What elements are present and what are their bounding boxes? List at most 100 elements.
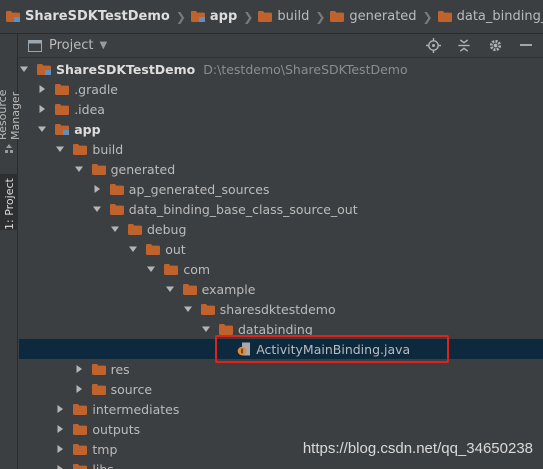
module-folder-icon: [55, 123, 74, 135]
expand-arrow-down-icon[interactable]: [128, 244, 138, 254]
breadcrumb-item-label: app: [209, 9, 238, 24]
expand-arrow-down-icon[interactable]: [146, 264, 156, 274]
tree-item-label: outputs: [92, 421, 141, 437]
breadcrumb-item-label: build: [277, 9, 310, 24]
expand-arrow-down-icon[interactable]: [74, 164, 84, 174]
breadcrumb-item-label: data_binding_base_class_s: [456, 9, 543, 24]
expand-arrow-down-icon[interactable]: [201, 324, 211, 334]
breadcrumb-item[interactable]: build: [258, 9, 309, 24]
resource-manager-tab[interactable]: Resource Manager: [0, 40, 22, 140]
tree-item-label: data_binding_base_class_source_out: [128, 201, 358, 217]
tree-row[interactable]: databinding: [19, 319, 543, 339]
tree-item-label: libs: [92, 461, 114, 469]
tree-row[interactable]: intermediates: [19, 399, 543, 419]
tree-item-label: tmp: [92, 441, 118, 457]
expand-arrow-down-icon[interactable]: [37, 124, 47, 134]
locate-target-icon[interactable]: [424, 36, 442, 54]
folder-icon: [91, 163, 111, 175]
collapsed-arrow-right-icon[interactable]: [55, 404, 65, 414]
folder-icon: [437, 11, 457, 22]
tree-item-label: ShareSDKTestDemo: [56, 61, 196, 77]
resource-manager-icon[interactable]: [0, 144, 18, 156]
left-tool-window-strip: Resource Manager 1: Project: [0, 34, 22, 469]
module-folder-icon: [190, 11, 210, 22]
collapsed-arrow-right-icon[interactable]: [74, 364, 84, 374]
collapsed-arrow-right-icon[interactable]: [37, 104, 47, 114]
folder-icon: [109, 203, 129, 215]
tree-item-label: com: [183, 261, 211, 277]
tree-item-label: res: [110, 361, 130, 377]
project-tab[interactable]: 1: Project: [0, 174, 18, 230]
tree-row[interactable]: ActivityMainBinding.java: [19, 339, 543, 359]
tree-item-label: ActivityMainBinding.java: [256, 341, 411, 357]
breadcrumb-item-label: generated: [349, 9, 417, 24]
tree-row[interactable]: .gradle: [19, 79, 543, 99]
collapsed-arrow-right-icon[interactable]: [37, 84, 47, 94]
hide-minus-icon[interactable]: [517, 36, 535, 54]
tree-row[interactable]: res: [19, 359, 543, 379]
tree-row[interactable]: outputs: [19, 419, 543, 439]
tree-row[interactable]: .idea: [19, 99, 543, 119]
tree-item-label: generated: [110, 161, 176, 177]
settings-gear-icon[interactable]: [486, 36, 504, 54]
tree-item-label: .idea: [74, 101, 105, 117]
breadcrumb-chevron-icon: ❯: [315, 9, 326, 24]
tree-row[interactable]: sharesdktestdemo: [19, 299, 543, 319]
tree-item-label: ap_generated_sources: [128, 181, 270, 197]
folder-icon: [182, 283, 202, 295]
folder-icon: [128, 223, 147, 235]
tree-row[interactable]: generated: [19, 159, 543, 179]
tree-row[interactable]: example: [19, 279, 543, 299]
tree-row[interactable]: app: [19, 119, 543, 139]
folder-icon: [73, 403, 92, 415]
expand-arrow-down-icon[interactable]: [183, 304, 193, 314]
tree-item-label: databinding: [238, 321, 313, 337]
expand-arrow-down-icon[interactable]: [19, 64, 29, 74]
project-tree: libs tmp outputs intermediates source res Acti…: [19, 59, 543, 469]
tree-row[interactable]: build: [19, 139, 543, 159]
tree-row[interactable]: data_binding_base_class_source_out: [19, 199, 543, 219]
collapsed-arrow-right-icon[interactable]: [55, 444, 65, 454]
expand-arrow-down-icon[interactable]: [92, 204, 102, 214]
folder-icon: [73, 443, 92, 455]
tree-item-label: build: [92, 141, 124, 157]
breadcrumb-item[interactable]: ShareSDKTestDemo: [6, 9, 170, 24]
tree-item-label: sharesdktestdemo: [219, 301, 336, 317]
java-class-file-icon: [237, 342, 256, 356]
collapsed-arrow-right-icon[interactable]: [55, 424, 65, 434]
folder-icon: [219, 323, 238, 335]
collapsed-arrow-right-icon[interactable]: [74, 384, 84, 394]
tree-item-label: intermediates: [92, 401, 180, 417]
project-panel-header: Project ▼: [19, 34, 543, 58]
collapse-all-icon[interactable]: [455, 36, 473, 54]
tree-row[interactable]: ShareSDKTestDemo D:\testdemo\ShareSDKTest…: [19, 59, 543, 79]
expand-arrow-down-icon[interactable]: [55, 144, 65, 154]
folder-icon: [73, 423, 92, 435]
navigation-breadcrumb: ShareSDKTestDemo ❯ app ❯ build ❯ generated ❯ dat…: [0, 0, 543, 34]
collapsed-arrow-right-icon[interactable]: [92, 184, 102, 194]
project-view-selector[interactable]: Project ▼: [28, 38, 107, 53]
tree-row[interactable]: ap_generated_sources: [19, 179, 543, 199]
folder-icon: [55, 103, 74, 115]
expand-arrow-down-icon[interactable]: [110, 224, 120, 234]
collapsed-arrow-right-icon[interactable]: [55, 464, 65, 469]
tree-row[interactable]: libs: [19, 459, 543, 469]
folder-icon: [73, 463, 92, 469]
tree-row[interactable]: out: [19, 239, 543, 259]
tree-row[interactable]: debug: [19, 219, 543, 239]
breadcrumb-item[interactable]: generated: [330, 9, 417, 24]
tree-row[interactable]: com: [19, 259, 543, 279]
project-path-label: D:\testdemo\ShareSDKTestDemo: [203, 61, 408, 77]
folder-icon: [146, 243, 165, 255]
tree-item-label: app: [74, 121, 101, 137]
breadcrumb-chevron-icon: ❯: [175, 9, 186, 24]
breadcrumb-chevron-icon: ❯: [422, 9, 433, 24]
folder-icon: [91, 383, 111, 395]
breadcrumb-item[interactable]: data_binding_base_class_s: [437, 9, 543, 24]
no-arrow: [219, 344, 229, 354]
breadcrumb-item-label: ShareSDKTestDemo: [25, 9, 170, 24]
expand-arrow-down-icon[interactable]: [165, 284, 175, 294]
folder-icon: [200, 303, 220, 315]
breadcrumb-item[interactable]: app: [190, 9, 238, 24]
tree-row[interactable]: source: [19, 379, 543, 399]
